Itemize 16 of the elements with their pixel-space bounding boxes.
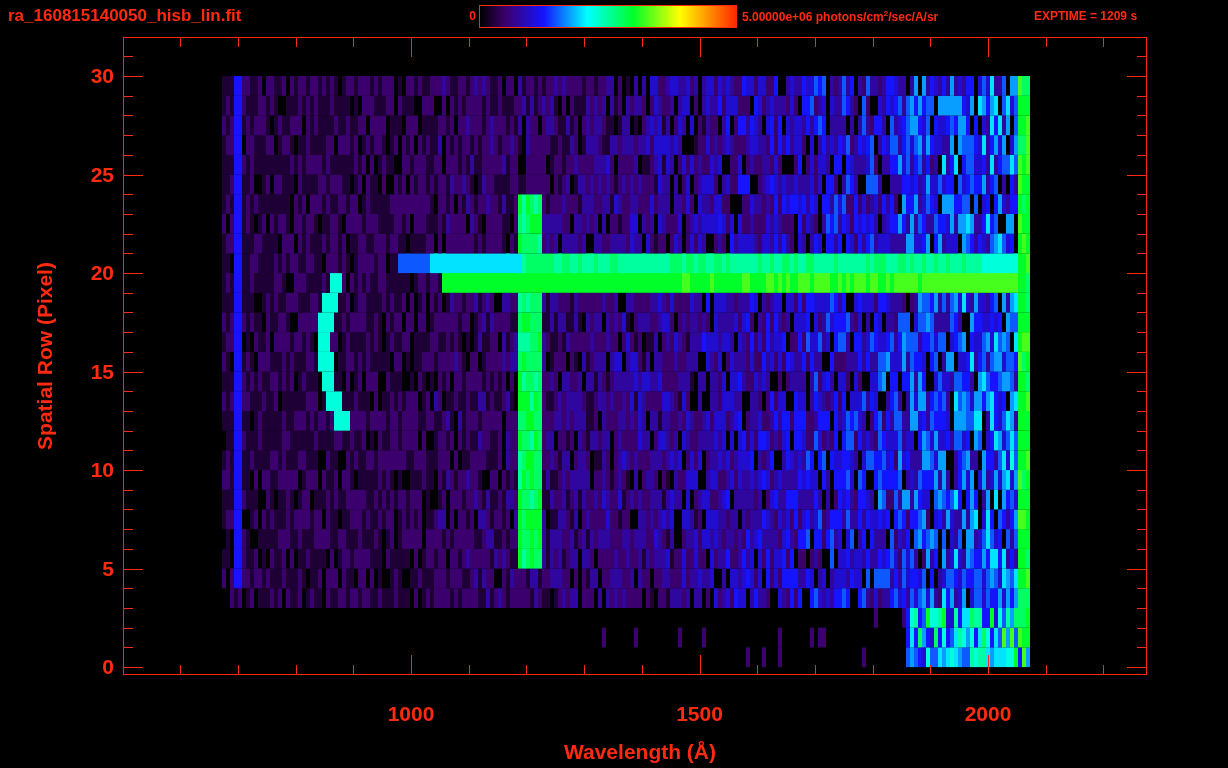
x-tick-label: 2000 xyxy=(964,702,1012,725)
colorbar-max-label: 5.00000e+06 photons/cm$^{2}$/sec/A/sr xyxy=(742,8,940,24)
y-tick-label: 20 xyxy=(90,261,114,284)
y-tick-label: 25 xyxy=(90,162,114,186)
y-tick-label: 30 xyxy=(90,64,114,87)
colorbar-min-label: 0 xyxy=(468,9,476,23)
y-tick-label: 0 xyxy=(102,655,114,678)
x-tick-label: 1500 xyxy=(676,702,723,725)
x-axis-label: Wavelength (Å) xyxy=(563,740,717,763)
y-tick-label: 10 xyxy=(90,458,114,481)
x-tick-label: 1000 xyxy=(387,702,435,725)
y-axis-label: Spatial Row (Pixel) xyxy=(33,262,56,450)
exposure-time: EXPTIME = 1209 s xyxy=(1034,9,1138,23)
file-title: ra_160815140050_hisb_lin.fit xyxy=(7,6,243,26)
y-tick-label: 15 xyxy=(90,359,114,383)
y-tick-label: 5 xyxy=(102,556,114,580)
